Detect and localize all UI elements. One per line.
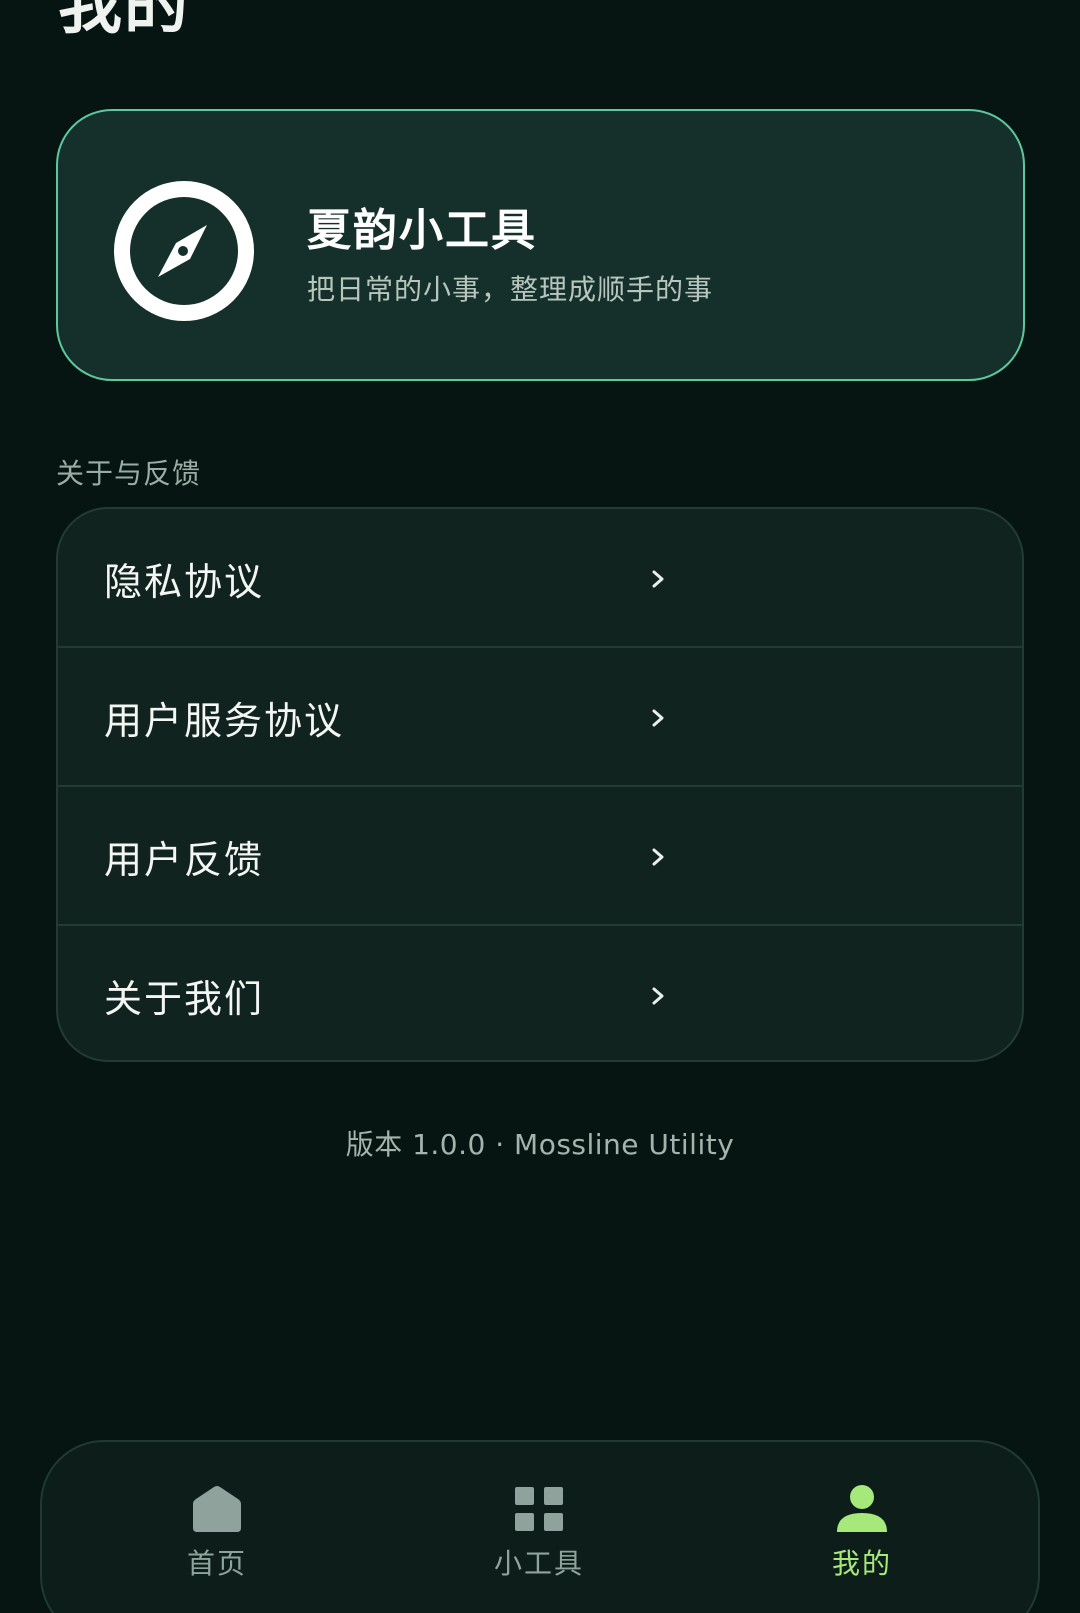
chevron-right-icon — [652, 987, 664, 1005]
menu-item-about-us[interactable]: 关于我们 — [58, 926, 1022, 1060]
menu-item-label: 用户服务协议 — [104, 699, 345, 743]
menu-item-user-service-agreement[interactable]: 用户服务协议 — [58, 648, 1022, 787]
version-text: 版本 1.0.0 · Mossline Utility — [345, 1128, 735, 1161]
section-label-about-feedback: 关于与反馈 — [56, 457, 202, 490]
menu-item-user-feedback[interactable]: 用户反馈 — [58, 787, 1022, 926]
tab-tools-label: 小工具 — [493, 1547, 584, 1580]
app-tagline: 把日常的小事，整理成顺手的事 — [307, 273, 714, 306]
tab-mine[interactable]: 我的 — [772, 1484, 952, 1594]
page-title: 我的 — [58, 0, 190, 43]
settings-menu: 隐私协议 用户服务协议 用户反馈 关于我们 — [56, 507, 1024, 1062]
compass-icon — [114, 181, 254, 321]
tab-home-label: 首页 — [186, 1547, 247, 1580]
menu-item-label: 隐私协议 — [104, 560, 265, 604]
app-name: 夏韵小工具 — [307, 205, 537, 256]
chevron-right-icon — [652, 848, 664, 866]
menu-item-privacy-policy[interactable]: 隐私协议 — [58, 509, 1022, 648]
menu-item-label: 关于我们 — [104, 977, 265, 1021]
profile-page: 我的 夏韵小工具 把日常的小事，整理成顺手的事 关于与反馈 隐私协议 用户服务协… — [0, 0, 1080, 1613]
chevron-right-icon — [652, 709, 664, 727]
tab-mine-label: 我的 — [831, 1547, 892, 1580]
home-icon — [193, 1486, 241, 1532]
person-icon — [837, 1485, 887, 1532]
tab-home[interactable]: 首页 — [127, 1484, 307, 1594]
chevron-right-icon — [652, 570, 664, 588]
menu-item-label: 用户反馈 — [104, 838, 265, 882]
grid-icon — [515, 1487, 563, 1531]
tab-tools[interactable]: 小工具 — [449, 1484, 629, 1594]
